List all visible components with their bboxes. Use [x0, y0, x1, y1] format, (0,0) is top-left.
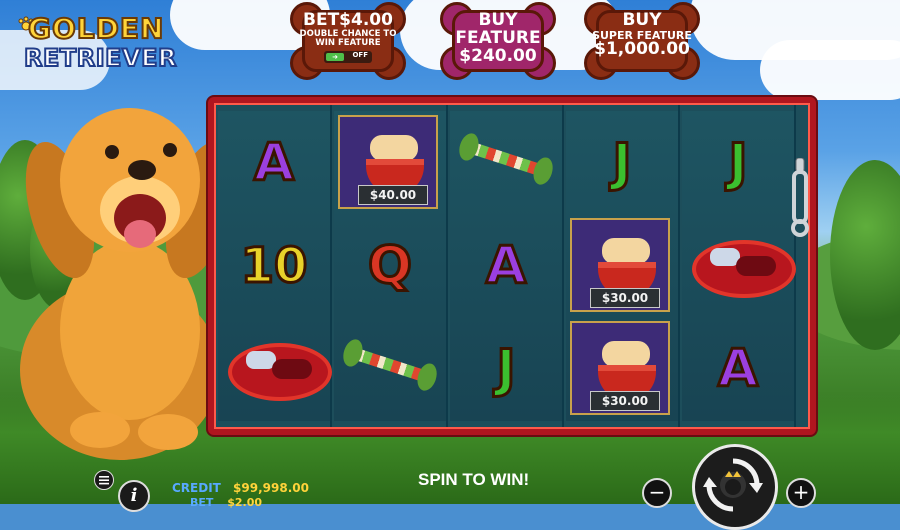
letter-symbol: Q	[366, 234, 413, 297]
reel-symbol: $30.00	[566, 214, 678, 317]
letter-symbol: A	[716, 337, 759, 400]
spin-arrows-icon	[703, 458, 763, 512]
reel-symbol	[450, 111, 562, 214]
menu-icon	[99, 476, 109, 485]
reel-symbol: $30.00	[566, 317, 678, 420]
bet-double-chance-button[interactable]: BET$4.00 DOUBLE CHANCE TO WIN FEATURE ➜ …	[290, 2, 406, 80]
cloud	[760, 40, 900, 100]
reel-column: A 10	[218, 111, 332, 421]
reel-symbol: A	[218, 111, 330, 214]
toggle-state-label: OFF	[352, 50, 368, 59]
logo-line2: RETRIEVER	[23, 43, 178, 73]
rope-toy-symbol	[348, 346, 432, 384]
dog-bed-symbol	[692, 240, 796, 298]
double-chance-toggle[interactable]: ➜ OFF	[324, 50, 372, 63]
bones-icon	[602, 341, 650, 367]
reel-symbol: $40.00	[334, 111, 446, 214]
bone-bowl-symbol: $30.00	[570, 321, 670, 415]
credit-label: CREDIT	[172, 481, 221, 495]
reel-symbol: A	[450, 214, 562, 317]
prize-value: $40.00	[358, 185, 428, 205]
dog-bed-symbol	[228, 343, 332, 401]
reel-symbol: 10	[218, 214, 330, 317]
buy-label: BUY	[622, 10, 662, 30]
bet-value: $2.00	[227, 496, 263, 509]
reel-symbol: A	[682, 317, 794, 420]
reel-symbol: J	[450, 317, 562, 420]
game-logo: GOLDEN RETRIEVER	[18, 8, 178, 78]
reel-grid[interactable]: A 10 $40.00 Q A J J $30.00 $30.00 J A	[208, 97, 816, 435]
reel-symbol	[218, 317, 332, 420]
letter-symbol: A	[484, 234, 527, 297]
letter-symbol: J	[495, 337, 517, 400]
leash-clip-icon	[791, 158, 809, 237]
bones-icon	[370, 135, 418, 161]
reel-column: JA	[682, 111, 796, 421]
letter-symbol: J	[727, 131, 749, 194]
bone-bowl-symbol: $40.00	[338, 115, 438, 209]
spin-button[interactable]	[692, 444, 778, 530]
buy-super-feature-button[interactable]: BUY SUPER FEATURE $1,000.00	[584, 2, 700, 80]
reel-symbol	[334, 317, 446, 420]
credit-display: CREDIT $99,998.00	[172, 481, 309, 495]
menu-button[interactable]	[94, 470, 114, 490]
bet-amount-label: BET$4.00	[303, 10, 393, 30]
reel-column: $40.00 Q	[334, 111, 446, 421]
win-feature-label: WIN FEATURE	[315, 37, 381, 48]
reel-symbol: J	[566, 111, 678, 214]
reel-symbol	[682, 214, 796, 317]
reel-symbol: Q	[334, 214, 446, 317]
logo-line1: GOLDEN	[27, 11, 165, 46]
feature-label: FEATURE	[455, 27, 541, 48]
spin-to-win-message: SPIN TO WIN!	[418, 470, 530, 489]
reel-symbol: J	[682, 111, 794, 214]
buy-feature-button[interactable]: BUY FEATURE $240.00	[440, 2, 556, 80]
reel-column: AJ	[450, 111, 562, 421]
feature-price: $240.00	[459, 45, 537, 66]
bones-icon	[602, 238, 650, 264]
credit-value: $99,998.00	[233, 481, 309, 495]
bet-label: BET	[190, 496, 214, 509]
info-button[interactable]: i	[118, 480, 150, 512]
reel-column: J $30.00 $30.00	[566, 111, 678, 421]
letter-symbol: J	[611, 131, 633, 194]
prize-value: $30.00	[590, 288, 660, 308]
bet-display: BET $2.00	[190, 496, 262, 509]
golden-retriever-mascot	[20, 108, 230, 460]
super-feature-price: $1,000.00	[594, 39, 690, 60]
prize-value: $30.00	[590, 391, 660, 411]
toggle-arrow-icon: ➜	[326, 52, 344, 61]
letter-symbol: 10	[239, 236, 309, 295]
letter-symbol: A	[252, 131, 295, 194]
bone-bowl-symbol: $30.00	[570, 218, 670, 312]
rope-toy-symbol	[464, 140, 548, 178]
